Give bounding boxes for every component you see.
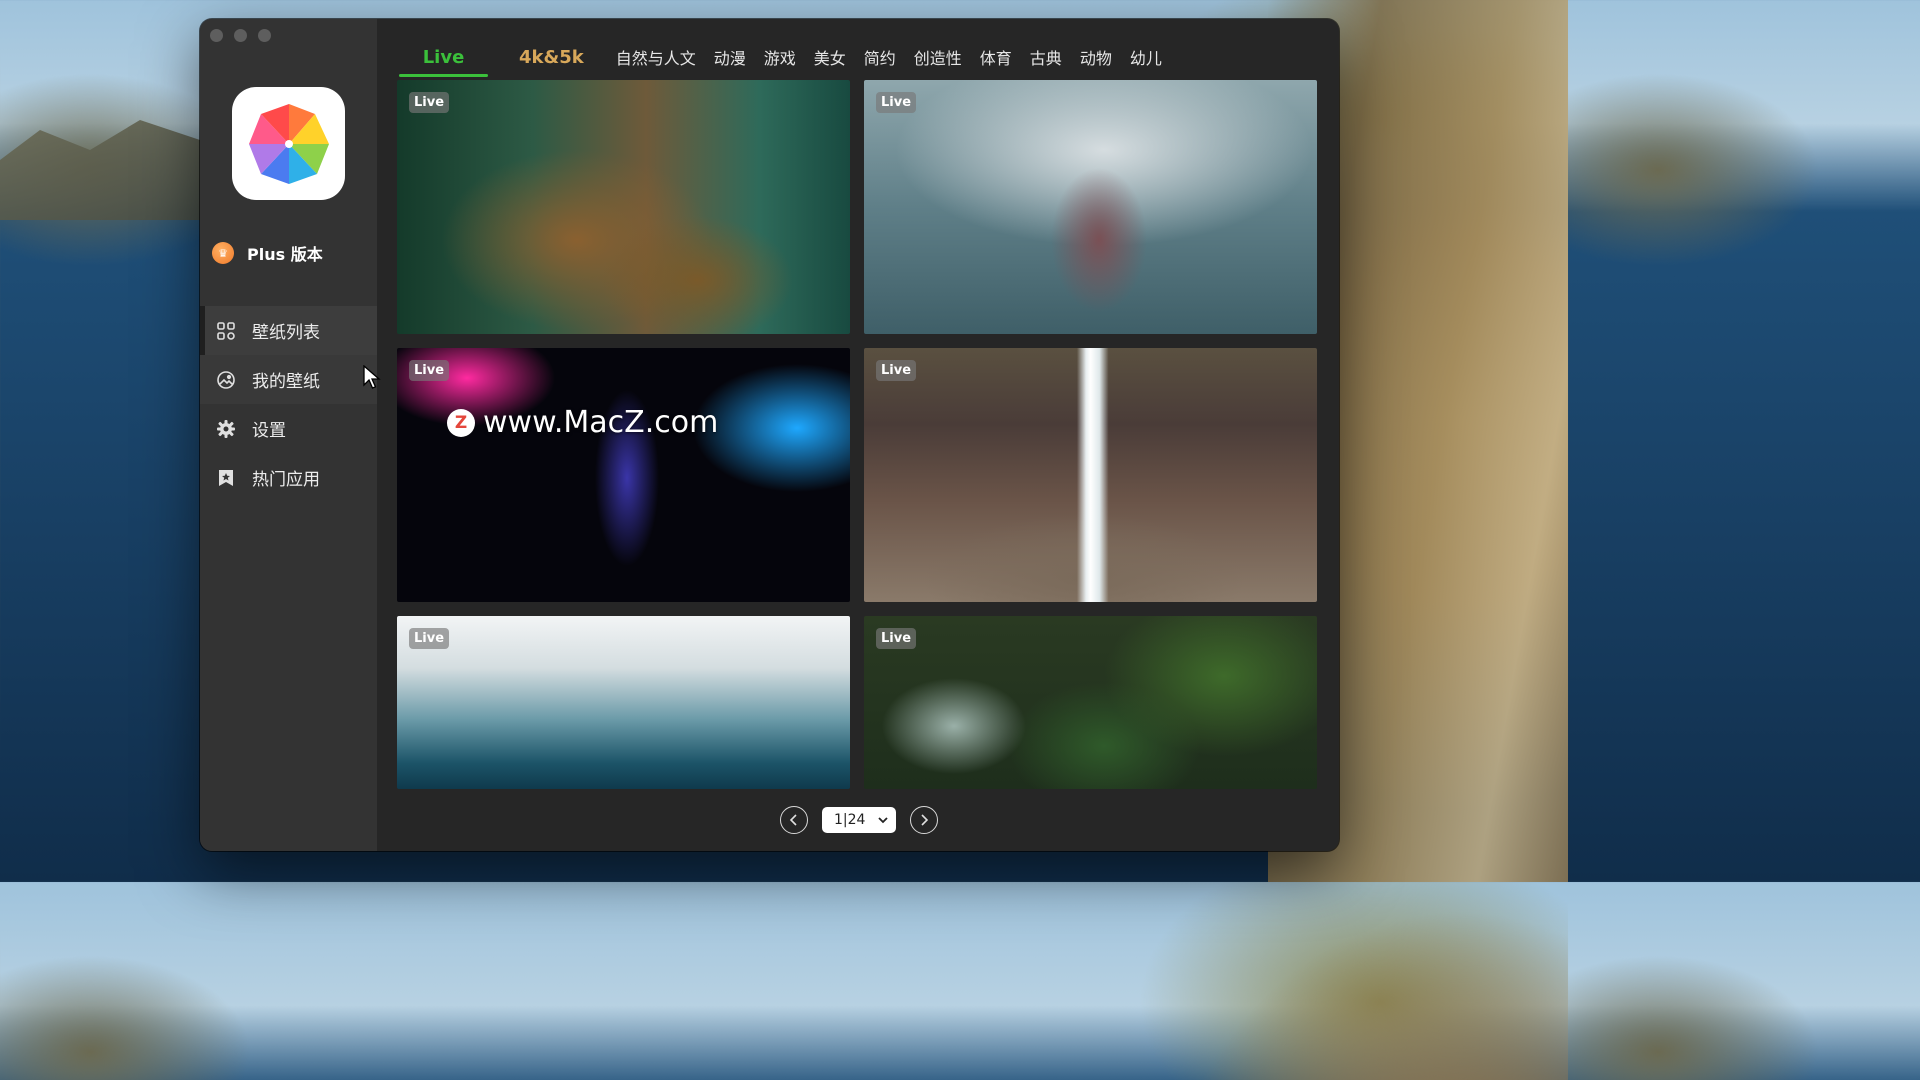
- category-tabs: Live 4k&5k 自然与人文 动漫 游戏 美女 简约 创造性 体育 古典 动…: [399, 39, 1171, 77]
- wallpaper-card[interactable]: Live: [864, 616, 1317, 789]
- tab-minimal[interactable]: 简约: [855, 39, 905, 75]
- zoom-button[interactable]: [258, 29, 271, 42]
- wallpaper-card[interactable]: Live: [397, 348, 850, 602]
- prev-page-button[interactable]: [780, 806, 808, 834]
- sidebar-item-hot-apps[interactable]: 热门应用: [200, 453, 377, 502]
- wallpaper-card[interactable]: Live: [397, 80, 850, 334]
- tab-classic[interactable]: 古典: [1021, 39, 1071, 75]
- close-button[interactable]: [210, 29, 223, 42]
- app-logo: [232, 87, 345, 200]
- tab-4k5k[interactable]: 4k&5k: [510, 39, 593, 75]
- sidebar-nav: 壁纸列表 我的壁纸 设置 热门应用: [200, 306, 377, 502]
- page-select-value: 1|24: [834, 812, 866, 828]
- sidebar-item-label: 我的壁纸: [252, 372, 320, 392]
- tab-nature-culture[interactable]: 自然与人文: [607, 39, 705, 75]
- window-controls: [210, 29, 271, 42]
- sidebar-item-wallpaper-list[interactable]: 壁纸列表: [200, 306, 377, 355]
- tab-sports[interactable]: 体育: [971, 39, 1021, 75]
- tab-kids[interactable]: 幼儿: [1121, 39, 1171, 75]
- minimize-button[interactable]: [234, 29, 247, 42]
- live-badge: Live: [409, 92, 450, 113]
- tab-games[interactable]: 游戏: [755, 39, 805, 75]
- chevron-left-icon: [789, 814, 797, 826]
- live-badge: Live: [876, 92, 917, 113]
- live-badge: Live: [876, 360, 917, 381]
- app-window: ♛ Plus 版本 壁纸列表 我的壁纸 设置 热门应用 Live 4k&5k 自…: [200, 19, 1339, 851]
- live-badge: Live: [409, 360, 450, 381]
- tab-beauty[interactable]: 美女: [805, 39, 855, 75]
- live-badge: Live: [876, 628, 917, 649]
- wallpaper-card[interactable]: Live: [397, 616, 850, 789]
- sidebar-item-label: 壁纸列表: [252, 323, 320, 343]
- sidebar-item-label: 热门应用: [252, 470, 320, 490]
- pinwheel-logo-icon: [248, 103, 329, 184]
- sidebar: ♛ Plus 版本 壁纸列表 我的壁纸 设置 热门应用: [200, 19, 377, 851]
- tab-animals[interactable]: 动物: [1071, 39, 1121, 75]
- tab-creative[interactable]: 创造性: [905, 39, 971, 75]
- image-icon: [216, 370, 236, 390]
- desktop-island: [0, 120, 200, 220]
- grid-icon: [216, 321, 236, 341]
- sidebar-item-label: 设置: [252, 421, 286, 441]
- chevron-down-icon: [876, 813, 890, 827]
- pagination: 1|24: [780, 806, 938, 834]
- tab-anime[interactable]: 动漫: [705, 39, 755, 75]
- mouse-cursor-icon: [363, 365, 381, 389]
- gear-icon: [216, 419, 236, 439]
- next-page-button[interactable]: [910, 806, 938, 834]
- tab-live[interactable]: Live: [399, 39, 488, 77]
- chevron-right-icon: [921, 814, 929, 826]
- plus-version-label: Plus 版本: [247, 245, 323, 264]
- wallpaper-grid: Live Live Live Live Live Live: [397, 80, 1317, 789]
- sidebar-item-settings[interactable]: 设置: [200, 404, 377, 453]
- bookmark-star-icon: [216, 468, 236, 488]
- sidebar-item-my-wallpapers[interactable]: 我的壁纸: [200, 355, 377, 404]
- wallpaper-card[interactable]: Live: [864, 348, 1317, 602]
- plus-version-row[interactable]: ♛ Plus 版本: [212, 241, 323, 265]
- page-select[interactable]: 1|24: [822, 807, 896, 833]
- live-badge: Live: [409, 628, 450, 649]
- wallpaper-card[interactable]: Live: [864, 80, 1317, 334]
- crown-icon: ♛: [212, 242, 234, 264]
